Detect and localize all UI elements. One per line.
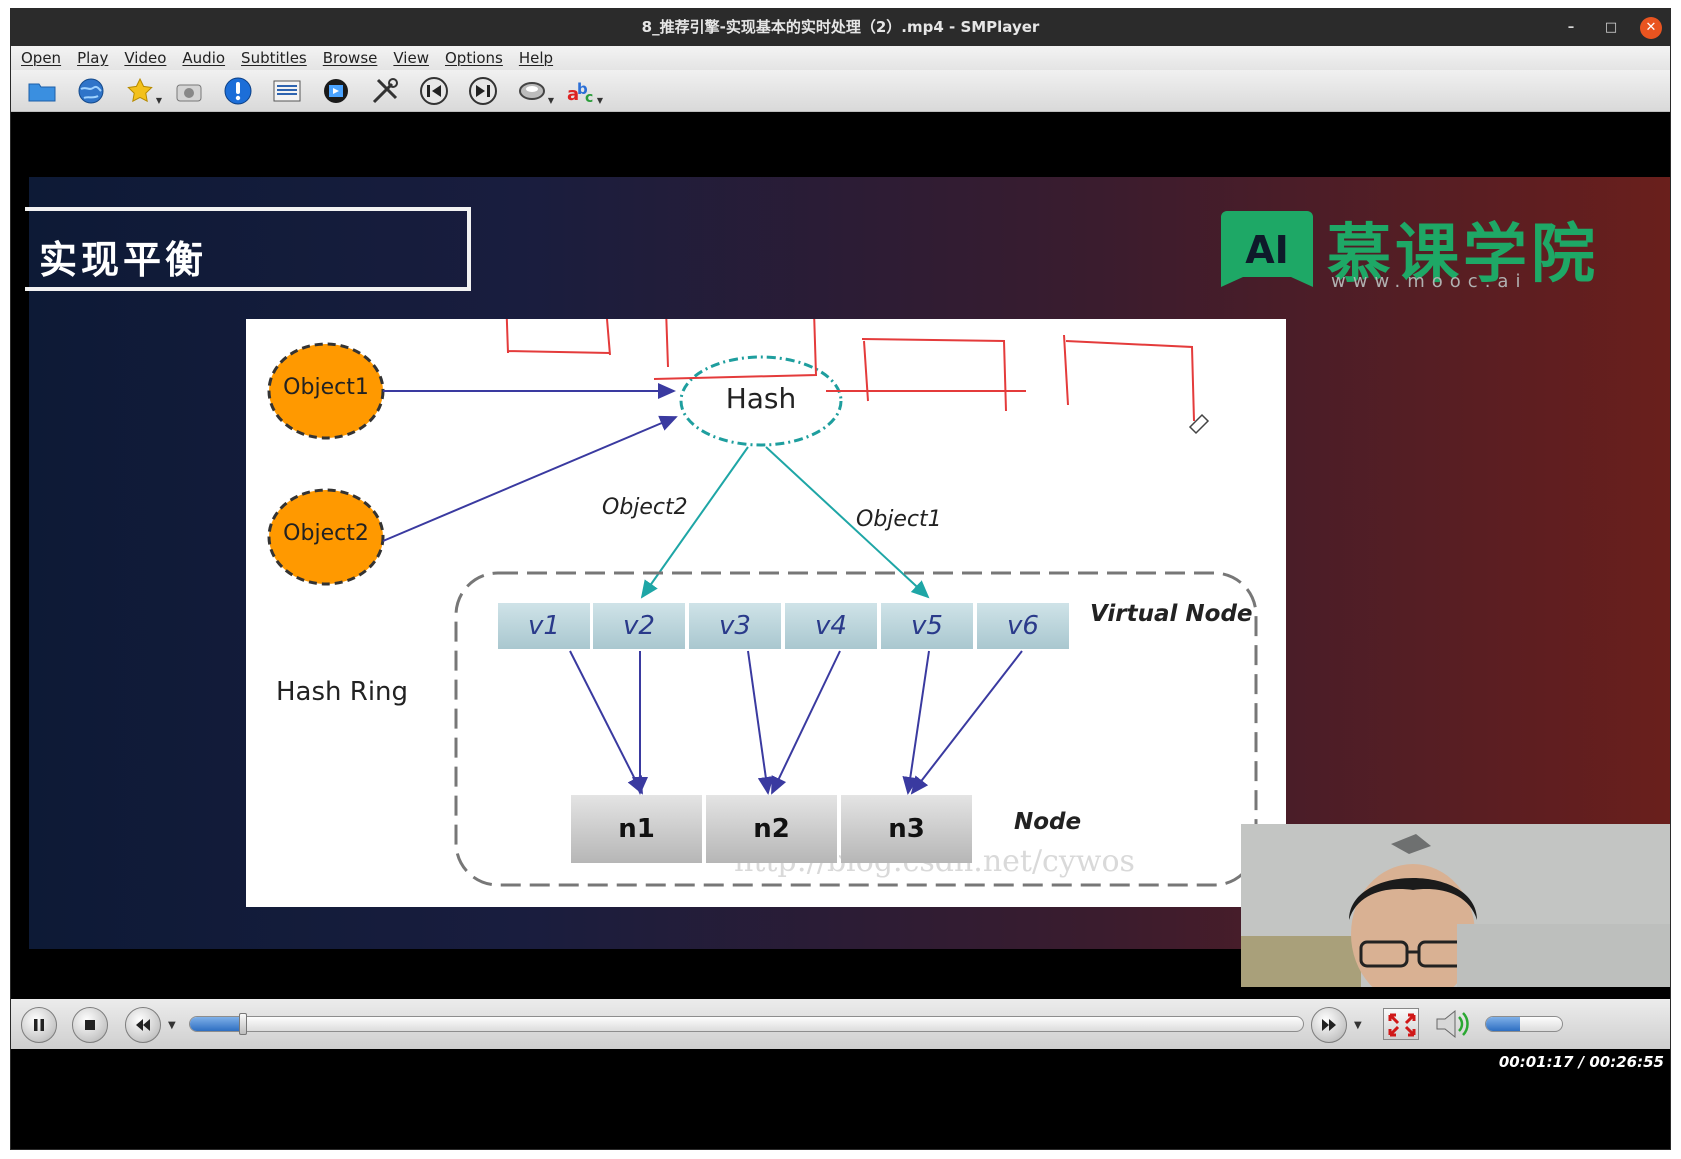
- logo-mark-icon: AI: [1221, 211, 1313, 287]
- window-title: 8_推荐引擎-实现基本的实时处理（2）.mp4 - SMPlayer: [641, 18, 1040, 36]
- object2-label: Object2: [283, 521, 369, 546]
- info-icon: [224, 77, 251, 104]
- virtual-node-v1: v1: [498, 603, 592, 649]
- audio-icon: [518, 81, 545, 100]
- close-button[interactable]: ✕: [1640, 16, 1662, 39]
- previous-icon: [419, 76, 448, 105]
- menu-view[interactable]: View: [393, 49, 429, 67]
- pause-button[interactable]: [21, 1007, 57, 1043]
- info-button[interactable]: [221, 74, 254, 107]
- title-bar: 8_推荐引擎-实现基本的实时处理（2）.mp4 - SMPlayer – □ ✕: [11, 9, 1670, 46]
- logo: AI 慕课学院 www.mooc.ai: [1219, 207, 1595, 293]
- menu-browse[interactable]: Browse: [323, 49, 378, 67]
- node-n2: n2: [706, 795, 839, 863]
- menu-play[interactable]: Play: [77, 49, 108, 67]
- previous-button[interactable]: [417, 74, 450, 107]
- stop-icon: [85, 1020, 95, 1030]
- rewind-icon: [136, 1019, 150, 1031]
- menu-open[interactable]: Open: [21, 49, 61, 67]
- mute-button[interactable]: [1433, 1007, 1473, 1041]
- virtual-node-v4: v4: [785, 603, 879, 649]
- virtual-node-v2: v2: [593, 603, 687, 649]
- pause-icon: [34, 1019, 44, 1031]
- menu-options[interactable]: Options: [445, 49, 503, 67]
- node-n1: n1: [571, 795, 704, 863]
- consistent-hash-diagram: http://blog.csdn.net/cywos Object1 Objec…: [246, 319, 1286, 907]
- seek-bar-fill: [190, 1017, 244, 1031]
- folder-icon: [28, 83, 55, 101]
- svg-text:c: c: [585, 90, 593, 106]
- next-icon: [468, 76, 497, 105]
- edge-object1-label: Object1: [856, 507, 942, 532]
- virtual-node-v5: v5: [881, 603, 975, 649]
- webcam-overlay: [1241, 824, 1670, 987]
- menu-video[interactable]: Video: [124, 49, 166, 67]
- rewind-dropdown-icon[interactable]: ▼: [168, 1020, 176, 1031]
- slide-title-box: 实现平衡: [25, 207, 471, 291]
- toolbar: ▼ ▼ abc ▼: [11, 70, 1670, 112]
- menu-help[interactable]: Help: [519, 49, 553, 67]
- audio-button[interactable]: ▼: [515, 74, 554, 107]
- status-bar: 00:01:17 / 00:26:55: [11, 1049, 1670, 1075]
- menu-subtitles[interactable]: Subtitles: [241, 49, 307, 67]
- speaker-icon: [1436, 1009, 1469, 1039]
- fullscreen-button[interactable]: [1383, 1008, 1419, 1040]
- annotation-strokes: [505, 319, 1195, 422]
- star-icon: [126, 77, 153, 102]
- fullscreen-icon: [1388, 1013, 1416, 1037]
- forward-button[interactable]: [1311, 1007, 1347, 1043]
- preferences-button[interactable]: [368, 74, 401, 107]
- pen-cursor-icon: [1188, 413, 1210, 435]
- smplayer-window: 8_推荐引擎-实现基本的实时处理（2）.mp4 - SMPlayer – □ ✕…: [10, 8, 1671, 1150]
- maximize-button[interactable]: □: [1600, 17, 1622, 39]
- hash-ring-label: Hash Ring: [276, 677, 409, 707]
- stop-button[interactable]: [72, 1007, 108, 1043]
- film-icon: [323, 78, 348, 103]
- menu-bar: Open Play Video Audio Subtitles Browse V…: [11, 46, 1670, 70]
- minimize-button[interactable]: –: [1560, 17, 1582, 39]
- forward-icon: [1322, 1019, 1336, 1031]
- next-button[interactable]: [466, 74, 499, 107]
- forward-dropdown-icon[interactable]: ▼: [1354, 1020, 1362, 1031]
- control-bar: ▼ ▼: [11, 999, 1670, 1049]
- time-display: 00:01:17 / 00:26:55: [1498, 1053, 1664, 1071]
- slide-title: 实现平衡: [39, 238, 208, 282]
- open-url-button[interactable]: [74, 74, 107, 107]
- playlist-button[interactable]: [270, 74, 303, 107]
- media-button[interactable]: [319, 74, 352, 107]
- presenter-video: [1241, 824, 1670, 987]
- virtual-node-label: Virtual Node: [1090, 601, 1253, 627]
- object1-label: Object1: [283, 375, 369, 400]
- seek-handle[interactable]: [238, 1013, 247, 1035]
- open-folder-button[interactable]: [25, 74, 58, 107]
- virtual-node-v3: v3: [689, 603, 783, 649]
- edge-object2-label: Object2: [602, 495, 688, 520]
- seek-bar[interactable]: [189, 1016, 1304, 1032]
- rewind-button[interactable]: [125, 1007, 161, 1043]
- spellcheck-icon: abc: [567, 80, 593, 106]
- svg-text:AI: AI: [1245, 228, 1289, 272]
- virtual-node-v6: v6: [977, 603, 1071, 649]
- node-n3: n3: [841, 795, 974, 863]
- logo-url: www.mooc.ai: [1331, 271, 1528, 292]
- favorites-button[interactable]: ▼: [123, 74, 162, 107]
- globe-icon: [78, 78, 103, 103]
- subtitles-button[interactable]: abc ▼: [564, 74, 604, 107]
- tools-icon: [372, 77, 398, 103]
- hash-label: Hash: [725, 382, 797, 415]
- playlist-icon: [273, 80, 300, 101]
- video-area[interactable]: 实现平衡 AI 慕课学院 www.mooc.ai Object1 Object2…: [11, 113, 1670, 1081]
- volume-slider-fill: [1486, 1017, 1521, 1031]
- screenshot-button[interactable]: [172, 74, 205, 107]
- node-label: Node: [1014, 809, 1082, 835]
- camera-icon: [176, 84, 201, 101]
- menu-audio[interactable]: Audio: [182, 49, 225, 67]
- volume-slider[interactable]: [1485, 1016, 1563, 1032]
